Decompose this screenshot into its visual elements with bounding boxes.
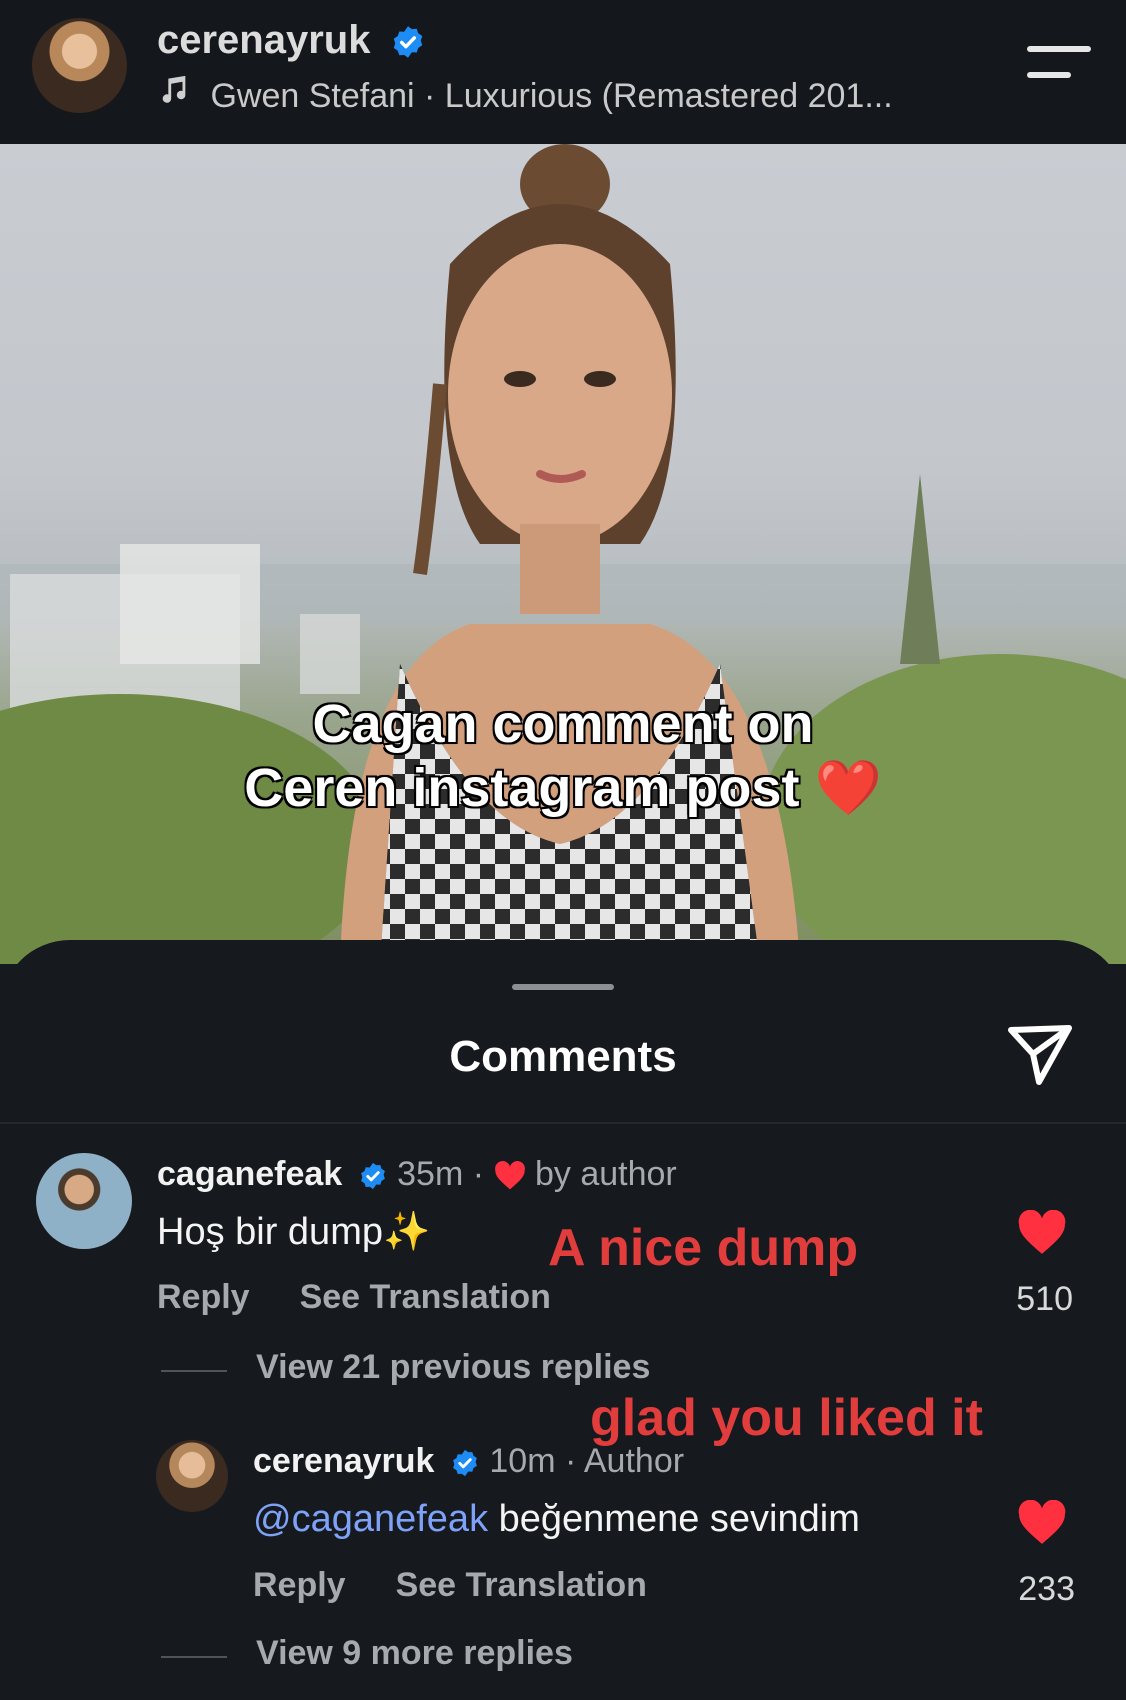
view-previous-replies-button[interactable]: View 21 previous replies [256, 1348, 650, 1387]
verified-badge-icon [393, 26, 422, 59]
comments-title: Comments [449, 1032, 677, 1081]
music-track-label: Gwen Stefani · Luxurious (Remastered 201… [210, 77, 893, 115]
sparkles-emoji: ✨ [382, 1211, 431, 1253]
separator-dot: · [472, 1155, 485, 1193]
post-header: cerenayruk Gwen Stefani · Luxurious (Rem… [0, 0, 1126, 144]
separator-dot: · [564, 1442, 577, 1480]
caption-line-2: Ceren instagram post [244, 758, 800, 818]
liked-by-author-label: by author [534, 1155, 677, 1193]
caption-line-1: Cagan comment on [312, 694, 814, 754]
profile-avatar[interactable] [32, 18, 127, 113]
comment-header: caganefeak 35m · by author [157, 1155, 677, 1194]
comment-time: 35m [397, 1155, 464, 1193]
share-icon[interactable] [1005, 1022, 1075, 1088]
translation-overlay: glad you liked it [590, 1389, 983, 1447]
caption-heart-emoji: ❤️ [814, 758, 882, 818]
reply-text: beğenmene sevindim [498, 1498, 860, 1540]
see-translation-button[interactable]: See Translation [396, 1566, 647, 1604]
replies-divider [161, 1656, 227, 1658]
verified-badge-icon [453, 1449, 477, 1477]
profile-username-row[interactable]: cerenayruk [157, 18, 426, 63]
photo-illustration [0, 144, 1126, 964]
divider [0, 1122, 1126, 1124]
comment-avatar-caganefeak[interactable] [36, 1153, 132, 1249]
like-heart-icon[interactable] [1017, 1210, 1067, 1256]
heart-icon [494, 1161, 525, 1190]
mention-link[interactable]: @caganefeak [253, 1498, 488, 1540]
music-note-icon [162, 75, 186, 103]
comments-sheet: Comments caganefeak 35m · by author Hoş … [0, 940, 1126, 1700]
like-heart-icon[interactable] [1017, 1500, 1067, 1546]
comment-text: Hoş bir dump [157, 1211, 383, 1253]
see-translation-button[interactable]: See Translation [300, 1278, 551, 1316]
translation-overlay: A nice dump [548, 1219, 859, 1277]
menu-icon[interactable] [1027, 46, 1091, 86]
verified-badge-icon [360, 1162, 385, 1190]
reply-time: 10m [489, 1442, 556, 1480]
music-track-row[interactable]: Gwen Stefani · Luxurious (Remastered 201… [157, 73, 893, 116]
comment-username[interactable]: caganefeak [157, 1155, 342, 1193]
like-count: 510 [1016, 1280, 1073, 1318]
reply-button[interactable]: Reply [253, 1566, 346, 1604]
reply-text-row: @caganefeak beğenmene sevindim [253, 1498, 860, 1541]
comment-avatar-cerenayruk[interactable] [156, 1440, 228, 1512]
replies-divider [161, 1370, 227, 1372]
post-photo: Cagan comment on Ceren instagram post ❤️ [0, 144, 1126, 964]
profile-username[interactable]: cerenayruk [157, 18, 370, 62]
comment-actions: Reply See Translation [157, 1278, 551, 1317]
sheet-grabber[interactable] [512, 984, 614, 990]
reply-username[interactable]: cerenayruk [253, 1442, 434, 1480]
like-count: 233 [1018, 1570, 1075, 1608]
reply-header: cerenayruk 10m · Author [253, 1442, 684, 1481]
post-caption-overlay: Cagan comment on Ceren instagram post ❤️ [0, 692, 1126, 820]
reply-actions: Reply See Translation [253, 1566, 647, 1605]
comment-text-row: Hoş bir dump✨ [157, 1210, 430, 1254]
author-label: Author [583, 1442, 685, 1480]
view-more-replies-button[interactable]: View 9 more replies [256, 1634, 573, 1673]
reply-button[interactable]: Reply [157, 1278, 250, 1316]
